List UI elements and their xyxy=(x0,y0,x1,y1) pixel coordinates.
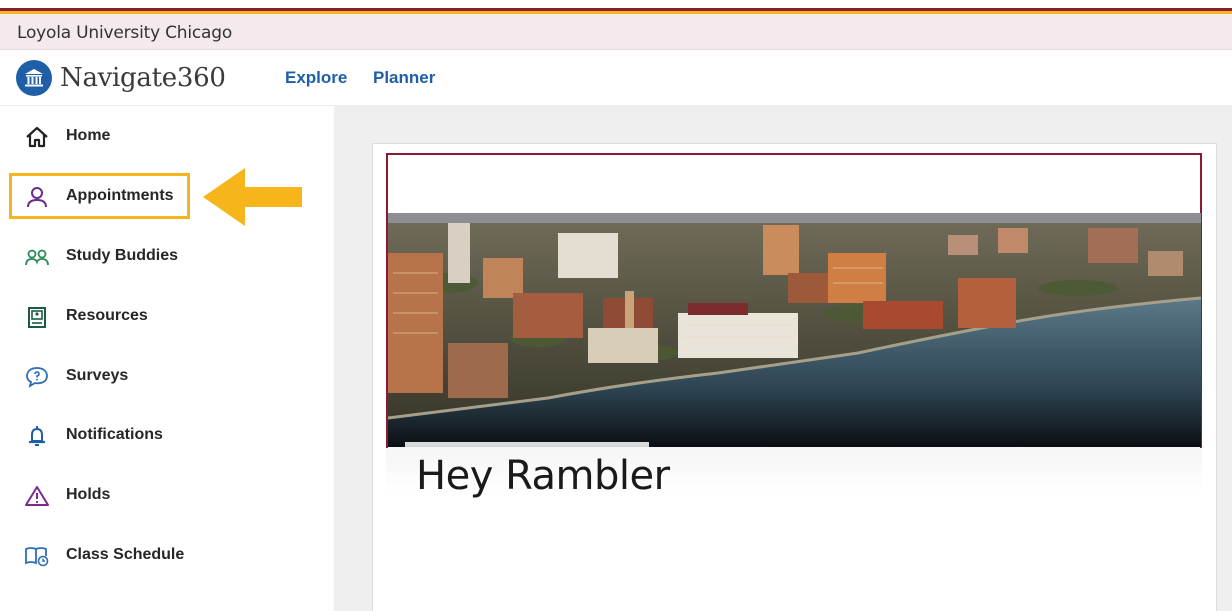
resources-icon xyxy=(24,305,50,329)
nav-planner[interactable]: Planner xyxy=(373,68,435,88)
sidebar-item-label: Surveys xyxy=(66,367,129,384)
home-icon xyxy=(24,125,50,149)
sidebar-item-label: Study Buddies xyxy=(66,247,179,264)
sidebar-item-study-buddies[interactable]: Study Buddies xyxy=(12,236,187,276)
sidebar-item-notifications[interactable]: Notifications xyxy=(12,415,187,455)
nav-explore[interactable]: Explore xyxy=(285,68,347,88)
chat-question-icon xyxy=(24,365,50,389)
navigate-logo-icon[interactable] xyxy=(16,60,52,96)
greeting-text: Hey Rambler xyxy=(416,453,670,499)
app-header: Navigate360 Explore Planner xyxy=(0,51,1232,106)
sidebar-item-label: Appointments xyxy=(66,187,174,204)
campus-photo xyxy=(388,213,1201,447)
sidebar-item-label: Resources xyxy=(66,307,148,324)
sidebar-item-appointments[interactable]: Appointments xyxy=(9,173,190,219)
university-bar: Loyola University Chicago xyxy=(0,14,1232,50)
sidebar-item-label: Home xyxy=(66,127,111,144)
sidebar-item-surveys[interactable]: Surveys xyxy=(12,356,187,396)
sidebar-item-label: Holds xyxy=(66,486,111,503)
sidebar-item-resources[interactable]: Resources xyxy=(12,296,187,336)
arrow-left-icon xyxy=(203,168,302,226)
sidebar-item-class-schedule[interactable]: Class Schedule xyxy=(12,535,187,575)
sidebar-item-holds[interactable]: Holds xyxy=(12,475,187,515)
university-name: Loyola University Chicago xyxy=(17,23,233,43)
people-icon xyxy=(24,245,50,269)
person-icon xyxy=(24,185,50,209)
sidebar-item-label: Class Schedule xyxy=(66,546,185,563)
sidebar-item-home[interactable]: Home xyxy=(12,116,187,156)
warning-icon xyxy=(24,484,50,508)
book-clock-icon xyxy=(24,544,50,568)
bell-icon xyxy=(24,424,50,448)
sidebar-item-label: Notifications xyxy=(66,426,163,443)
brand-name: Navigate360 xyxy=(60,63,226,93)
